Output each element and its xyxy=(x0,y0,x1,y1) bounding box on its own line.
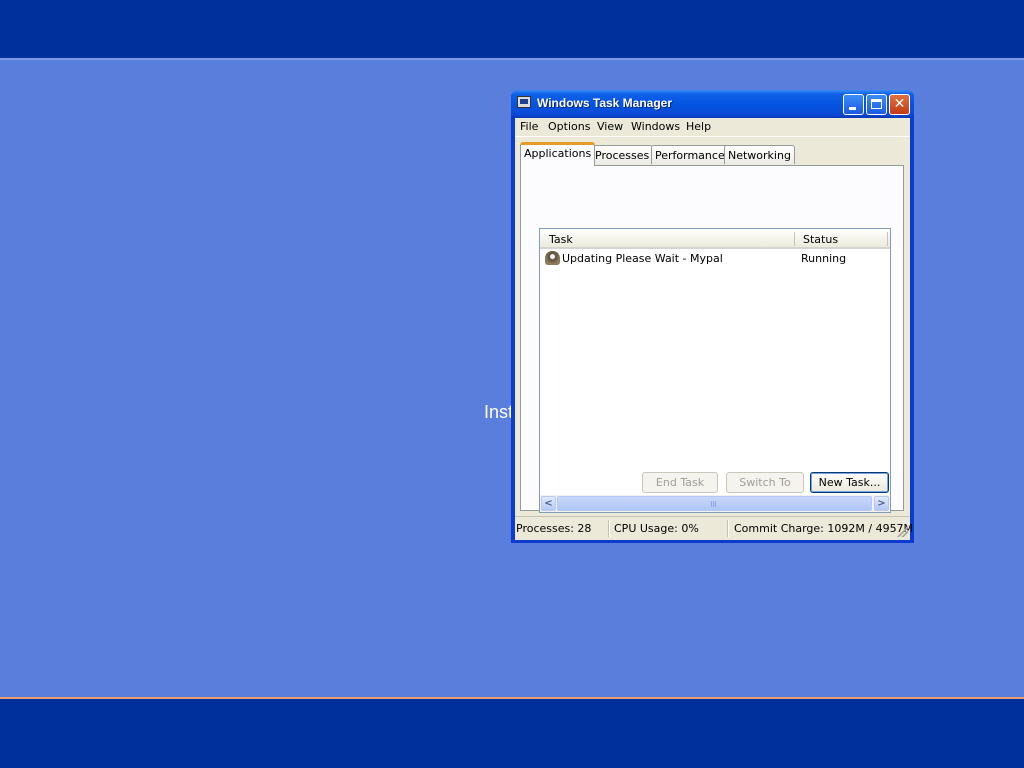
switch-to-button[interactable]: Switch To xyxy=(726,472,804,493)
close-button[interactable]: ✕ xyxy=(889,94,910,115)
window-client-area: File Options View Windows Help Applicati… xyxy=(515,118,914,540)
tab-applications[interactable]: Applications xyxy=(520,142,596,166)
column-separator[interactable] xyxy=(887,232,888,246)
minimize-icon xyxy=(849,107,856,110)
horizontal-scrollbar[interactable]: < > xyxy=(540,495,890,512)
desktop-partial-text: Inst xyxy=(484,402,514,422)
mypal-app-icon xyxy=(545,251,560,265)
table-row[interactable]: Updating Please Wait - Mypal Running xyxy=(540,250,890,268)
window-title: Windows Task Manager xyxy=(537,96,673,110)
status-commit: Commit Charge: 1092M / 4957M xyxy=(734,522,914,535)
column-status[interactable]: Status xyxy=(803,233,838,246)
maximize-icon xyxy=(871,99,882,109)
menu-file[interactable]: File xyxy=(520,120,538,133)
resize-grip-icon[interactable] xyxy=(897,526,908,537)
tab-performance[interactable]: Performance xyxy=(651,145,729,164)
chevron-right-icon: > xyxy=(877,498,886,509)
menu-view[interactable]: View xyxy=(597,120,623,133)
tab-processes[interactable]: Processes xyxy=(591,145,654,164)
close-icon: ✕ xyxy=(893,96,906,112)
minimize-button[interactable] xyxy=(843,94,864,115)
desktop-top-band xyxy=(0,0,1024,58)
maximize-button[interactable] xyxy=(866,94,887,115)
task-list-header: Task Status xyxy=(540,229,890,249)
status-cpu: CPU Usage: 0% xyxy=(614,522,699,535)
title-bar[interactable]: Windows Task Manager ✕ xyxy=(511,90,914,118)
menu-options[interactable]: Options xyxy=(548,120,590,133)
end-task-button[interactable]: End Task xyxy=(642,472,718,493)
status-processes: Processes: 28 xyxy=(516,522,592,535)
task-manager-icon xyxy=(517,96,531,108)
scroll-right-button[interactable]: > xyxy=(874,496,889,511)
status-separator xyxy=(608,520,610,537)
menu-windows[interactable]: Windows xyxy=(631,120,680,133)
desktop-bottom-band xyxy=(0,699,1024,768)
grip-icon xyxy=(711,501,717,507)
new-task-button[interactable]: New Task... xyxy=(810,472,889,493)
status-separator xyxy=(727,520,729,537)
status-bar: Processes: 28 CPU Usage: 0% Commit Charg… xyxy=(515,516,914,540)
task-name: Updating Please Wait - Mypal xyxy=(562,252,723,265)
task-status: Running xyxy=(801,252,847,265)
menu-help[interactable]: Help xyxy=(686,120,711,133)
column-task[interactable]: Task xyxy=(549,233,573,246)
task-manager-window: Windows Task Manager ✕ File Options View… xyxy=(511,90,914,543)
scroll-left-button[interactable]: < xyxy=(541,496,556,511)
applications-panel: Task Status Updating Please Wait - Mypal… xyxy=(520,165,904,513)
desktop-top-divider xyxy=(0,58,1024,60)
chevron-left-icon: < xyxy=(544,498,553,509)
tab-networking[interactable]: Networking xyxy=(724,145,795,164)
column-separator[interactable] xyxy=(794,232,795,246)
menu-bar: File Options View Windows Help xyxy=(515,118,910,137)
scroll-thumb[interactable] xyxy=(557,496,872,511)
task-list[interactable]: Task Status Updating Please Wait - Mypal… xyxy=(539,228,891,513)
